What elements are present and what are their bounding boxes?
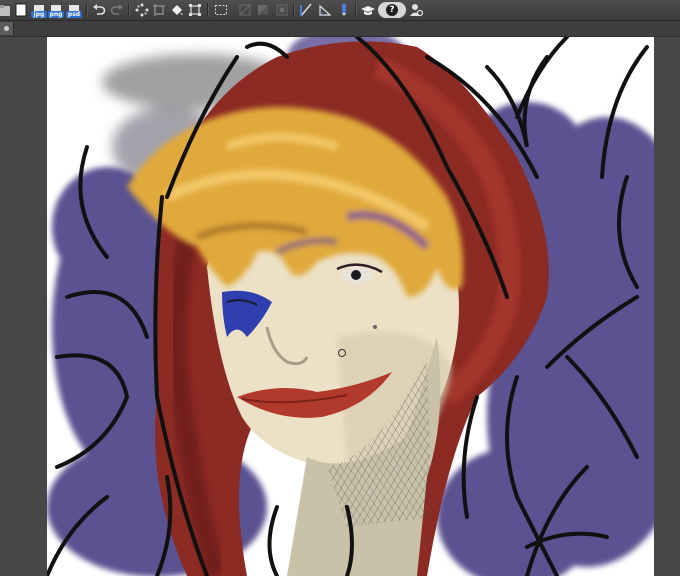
symmetry-icon[interactable]	[317, 2, 333, 18]
export-psd-label: psd	[66, 11, 82, 18]
graduation-cap-icon[interactable]	[360, 2, 376, 18]
crop-icon[interactable]	[151, 2, 167, 18]
export-psd-icon[interactable]: psd	[66, 2, 82, 18]
toolbar-separator	[207, 3, 209, 17]
toolbar-separator	[128, 3, 130, 17]
tab-close-button[interactable]	[0, 22, 14, 35]
pen-tool-icon[interactable]	[336, 2, 352, 18]
fill-icon[interactable]	[169, 2, 185, 18]
open-file-icon[interactable]	[0, 2, 12, 18]
selection-icon[interactable]	[213, 2, 229, 18]
artwork-joker-portrait	[47, 37, 654, 576]
help-icon: ?	[386, 4, 398, 16]
loading-icon[interactable]	[134, 2, 150, 18]
undo-icon[interactable]	[91, 2, 107, 18]
export-jpg-label: jpg	[31, 11, 47, 18]
drawing-canvas[interactable]	[47, 37, 654, 576]
select-invert-icon[interactable]	[255, 2, 271, 18]
select-clear-icon[interactable]	[237, 2, 253, 18]
ruler-icon[interactable]	[298, 2, 314, 18]
right-margin	[655, 37, 680, 576]
toolbar-separator	[355, 3, 357, 17]
transform-icon[interactable]	[187, 2, 203, 18]
toolbar-separator	[293, 3, 295, 17]
document-tab-bar	[0, 21, 680, 37]
close-dot-icon	[4, 26, 9, 31]
export-jpg-icon[interactable]: jpg	[31, 2, 47, 18]
select-fit-icon[interactable]	[274, 2, 290, 18]
redo-icon[interactable]	[109, 2, 125, 18]
settings-person-icon[interactable]	[408, 2, 424, 18]
main-toolbar: jpg png psd ?	[0, 0, 680, 21]
export-png-icon[interactable]: png	[48, 2, 64, 18]
export-png-label: png	[48, 11, 64, 18]
help-button[interactable]: ?	[378, 2, 406, 18]
workspace	[0, 37, 680, 576]
new-file-icon[interactable]	[13, 2, 29, 18]
toolbar-separator	[86, 3, 88, 17]
